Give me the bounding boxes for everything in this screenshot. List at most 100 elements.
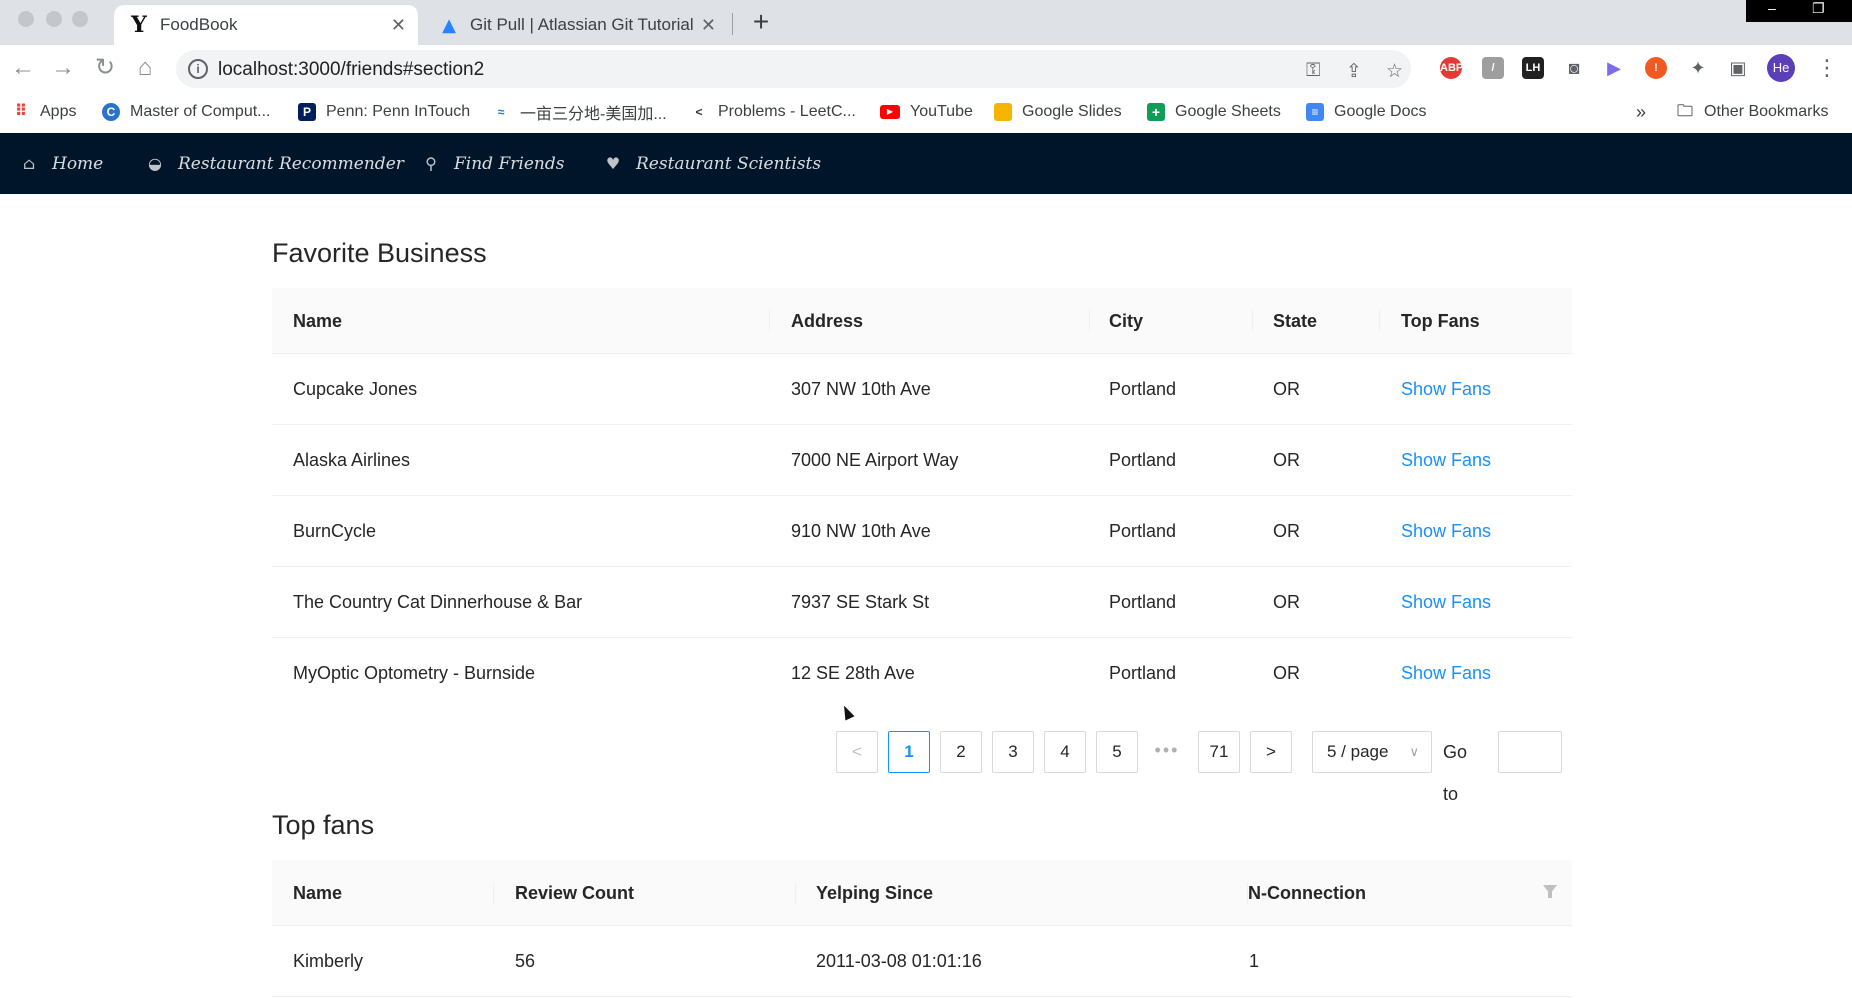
cell-name: Kimberly: [293, 951, 364, 971]
address-bar[interactable]: i localhost:3000/friends#section2 ⚿ ⇪ ☆: [176, 50, 1411, 88]
nav-item-find-friends[interactable]: ⚲ Find Friends: [422, 133, 564, 194]
tab-title: Git Pull | Atlassian Git Tutorial: [470, 15, 694, 34]
close-tab-icon[interactable]: ✕: [701, 15, 716, 36]
page-1-button[interactable]: 1: [888, 731, 930, 773]
bookmark-apps[interactable]: ⠿ Apps: [12, 100, 77, 124]
column-header-name: Name: [293, 883, 343, 903]
minimize-icon[interactable]: –: [1768, 0, 1776, 16]
nav-item-home[interactable]: ⌂ Home: [20, 133, 103, 194]
forward-icon[interactable]: →: [50, 55, 76, 81]
page-5-button[interactable]: 5: [1096, 731, 1138, 773]
table-row: BurnCycle 910 NW 10th Ave Portland OR Sh…: [272, 496, 1572, 567]
bookmark-star-icon[interactable]: ☆: [1386, 60, 1403, 83]
bookmark-1point3acres[interactable]: ≈ 一亩三分地-美国加...: [492, 100, 667, 124]
goto-page-input[interactable]: [1498, 731, 1562, 773]
cell-state: OR: [1273, 521, 1300, 541]
bowl-icon: ◒: [148, 153, 162, 173]
window-close-dot[interactable]: [18, 11, 34, 27]
show-fans-link[interactable]: Show Fans: [1401, 638, 1491, 709]
column-header-name: Name: [293, 311, 343, 331]
window-controls[interactable]: – ❐: [1746, 0, 1852, 22]
url-text[interactable]: localhost:3000/friends#section2: [218, 59, 484, 81]
bookmarks-bar: ⠿ Apps C Master of Comput... P Penn: Pen…: [0, 92, 1852, 133]
prev-page-button[interactable]: <: [836, 731, 878, 773]
cell-review-count: 56: [515, 951, 536, 971]
column-divider: [1089, 310, 1090, 332]
cell-address: 910 NW 10th Ave: [791, 521, 931, 541]
app-navbar: ⌂ Home ◒ Restaurant Recommender ⚲ Find F…: [0, 133, 1852, 194]
show-fans-link[interactable]: Show Fans: [1401, 496, 1491, 567]
bookmark-label: Google Docs: [1334, 103, 1427, 120]
play-icon[interactable]: ▶: [1603, 57, 1625, 79]
bookmark-google-sheets[interactable]: + Google Sheets: [1147, 100, 1281, 124]
next-page-button[interactable]: >: [1250, 731, 1292, 773]
cell-address: 307 NW 10th Ave: [791, 379, 931, 399]
nav-label: Find Friends: [454, 153, 565, 174]
page-4-button[interactable]: 4: [1044, 731, 1086, 773]
tab-git-pull[interactable]: ▲ Git Pull | Atlassian Git Tutorial ✕: [424, 5, 728, 45]
profile-avatar[interactable]: He: [1767, 54, 1795, 82]
bookmark-google-slides[interactable]: Google Slides: [994, 100, 1122, 124]
page-size-select[interactable]: 5 / page ∨: [1312, 731, 1432, 773]
bookmarks-overflow-button[interactable]: »: [1636, 100, 1646, 124]
bookmark-penn-intouch[interactable]: P Penn: Penn InTouch: [298, 100, 470, 124]
cell-state: OR: [1273, 379, 1300, 399]
reload-icon[interactable]: ↻: [92, 55, 118, 81]
nav-item-restaurant-recommender[interactable]: ◒ Restaurant Recommender: [146, 133, 404, 194]
browser-tab-strip: Y FoodBook ✕ ▲ Git Pull | Atlassian Git …: [0, 0, 1852, 45]
page-2-button[interactable]: 2: [940, 731, 982, 773]
camera-icon[interactable]: ◙: [1563, 57, 1585, 79]
bookmark-google-docs[interactable]: ≡ Google Docs: [1306, 100, 1427, 124]
puzzle-icon[interactable]: ✦: [1687, 57, 1709, 79]
nav-item-restaurant-scientists[interactable]: ♥ Restaurant Scientists: [604, 133, 821, 194]
key-icon[interactable]: ⚿: [1306, 60, 1320, 82]
lighthouse-icon[interactable]: LH: [1522, 57, 1544, 79]
bookmark-leetcode[interactable]: < Problems - LeetC...: [690, 100, 856, 124]
nav-label: Restaurant Recommender: [178, 153, 404, 174]
new-tab-button[interactable]: +: [746, 8, 776, 38]
bookmark-other-bookmarks[interactable]: 🗀 Other Bookmarks: [1676, 100, 1829, 124]
cell-name: Alaska Airlines: [293, 450, 411, 470]
jump-next-ellipsis[interactable]: •••: [1146, 731, 1188, 773]
sidepanel-icon[interactable]: ▣: [1727, 57, 1749, 79]
bookmark-label: 一亩三分地-美国加...: [520, 106, 667, 123]
column-header-state: State: [1273, 311, 1318, 331]
home-browser-icon[interactable]: ⌂: [132, 55, 158, 81]
show-fans-link[interactable]: Show Fans: [1401, 567, 1491, 638]
restore-icon[interactable]: ❐: [1812, 0, 1825, 17]
share-icon[interactable]: ⇪: [1346, 60, 1362, 83]
extension-icon[interactable]: /: [1482, 57, 1504, 79]
cell-city: Portland: [1109, 379, 1177, 399]
bookmark-master-of-computing[interactable]: C Master of Comput...: [102, 100, 271, 124]
filter-icon[interactable]: [1543, 885, 1557, 898]
bookmark-label: Master of Comput...: [130, 103, 271, 120]
column-header-yelping-since: Yelping Since: [816, 883, 934, 903]
chevron-down-icon: ∨: [1409, 744, 1419, 759]
yelp-y-icon: Y: [131, 12, 147, 38]
close-tab-icon[interactable]: ✕: [391, 15, 406, 36]
menu-kebab-icon[interactable]: ⋮: [1816, 55, 1838, 81]
leetcode-icon: <: [695, 105, 703, 119]
alert-icon[interactable]: !: [1645, 57, 1667, 79]
user-search-icon: ⚲: [425, 153, 437, 173]
tab-foodbook[interactable]: Y FoodBook ✕: [114, 5, 418, 45]
adblock-icon[interactable]: ABP: [1440, 57, 1463, 79]
page-3-button[interactable]: 3: [992, 731, 1034, 773]
nav-label: Restaurant Scientists: [636, 153, 822, 174]
table-row: The Country Cat Dinnerhouse & Bar 7937 S…: [272, 567, 1572, 638]
site-info-icon[interactable]: i: [188, 59, 208, 79]
window-zoom-dot[interactable]: [72, 11, 88, 27]
penn-shield-icon: P: [298, 103, 316, 121]
show-fans-link[interactable]: Show Fans: [1401, 425, 1491, 496]
bookmark-youtube[interactable]: ▶ YouTube: [880, 100, 973, 124]
bookmark-label: Problems - LeetC...: [718, 103, 856, 120]
cell-name: BurnCycle: [293, 521, 377, 541]
window-minimize-dot[interactable]: [46, 11, 62, 27]
google-sheets-icon: +: [1147, 103, 1165, 121]
heart-circle-icon: ♥: [605, 153, 621, 173]
browser-toolbar: ← → ↻ ⌂ i localhost:3000/friends#section…: [0, 45, 1852, 92]
bookmark-label: Google Sheets: [1175, 103, 1281, 120]
back-icon[interactable]: ←: [10, 55, 36, 81]
page-last-button[interactable]: 71: [1198, 731, 1240, 773]
show-fans-link[interactable]: Show Fans: [1401, 354, 1491, 425]
